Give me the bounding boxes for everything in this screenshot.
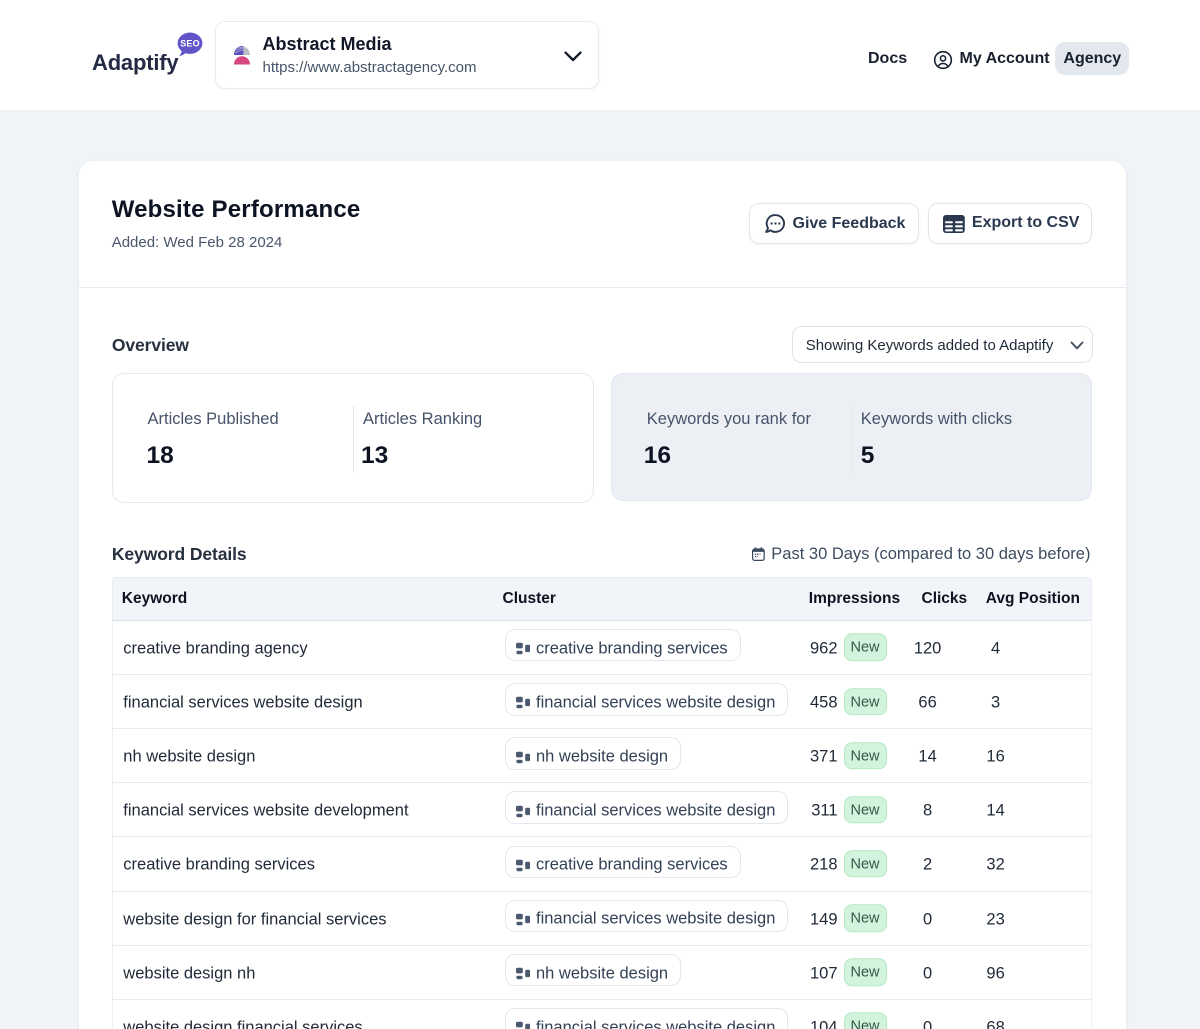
- svg-text:SEO: SEO: [180, 38, 200, 48]
